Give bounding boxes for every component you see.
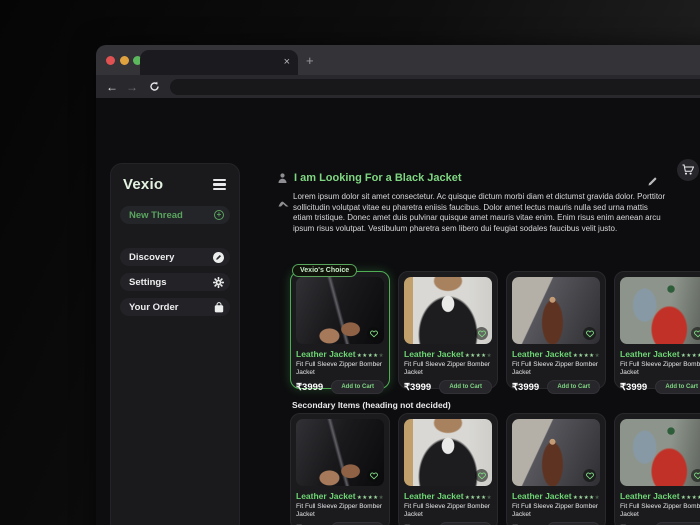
rating-stars: ★★★★★ — [680, 495, 700, 501]
reload-icon[interactable] — [144, 81, 164, 92]
answer-block: Lorem ipsum dolor sit amet consectetur. … — [278, 192, 670, 234]
product-image — [512, 419, 600, 486]
vexio-logo-icon — [278, 192, 289, 234]
add-to-cart-button[interactable]: Add to Cart — [547, 380, 600, 394]
wishlist-heart-icon[interactable] — [367, 327, 380, 340]
wishlist-heart-icon[interactable] — [691, 327, 700, 340]
sidebar-item-discovery[interactable]: Discovery — [120, 248, 230, 266]
rating-stars: ★★★★★ — [356, 495, 384, 501]
rating-stars: ★★★★★ — [680, 353, 700, 359]
rating-stars: ★★★★★ — [572, 495, 600, 501]
browser-titlebar: × + — [96, 45, 700, 75]
address-bar[interactable] — [170, 78, 700, 95]
vexios-choice-badge: Vexio's Choice — [292, 264, 358, 277]
new-thread-button[interactable]: New Thread + — [120, 206, 230, 224]
rating-stars: ★★★★★ — [464, 353, 492, 359]
product-description: Fit Full Sleeve Zipper Bomber Jacket — [512, 361, 598, 376]
product-price: ₹3999 — [296, 381, 324, 393]
window-controls — [106, 55, 142, 65]
add-to-cart-button[interactable]: Add to Cart — [439, 380, 492, 394]
bag-icon — [214, 301, 224, 313]
edit-query-icon[interactable] — [648, 173, 657, 191]
product-card[interactable]: Leather Jacket★★★★★ Fit Full Sleeve Zipp… — [614, 413, 700, 525]
product-title: Leather Jacket — [620, 349, 680, 359]
product-image — [620, 419, 700, 486]
wishlist-heart-icon[interactable] — [475, 327, 488, 340]
product-image — [404, 277, 492, 344]
product-title: Leather Jacket — [620, 491, 680, 501]
product-card[interactable]: Leather Jacket★★★★★ Fit Full Sleeve Zipp… — [398, 413, 498, 525]
tab-close-icon[interactable]: × — [284, 57, 290, 68]
new-thread-label: New Thread — [129, 209, 183, 221]
product-image — [404, 419, 492, 486]
wishlist-heart-icon[interactable] — [583, 327, 596, 340]
product-description: Fit Full Sleeve Zipper Bomber Jacket — [296, 503, 382, 518]
product-description: Fit Full Sleeve Zipper Bomber Jacket — [512, 503, 598, 518]
new-tab-button[interactable]: + — [306, 54, 314, 67]
sidebar-item-settings[interactable]: Settings — [120, 273, 230, 291]
sidebar-item-your-order[interactable]: Your Order — [120, 298, 230, 316]
wishlist-heart-icon[interactable] — [367, 469, 380, 482]
query-title: I am Looking For a Black Jacket — [294, 172, 462, 184]
secondary-items-heading: Secondary Items (heading not decided) — [292, 400, 451, 410]
product-price: ₹3999 — [620, 381, 648, 393]
gear-icon — [213, 276, 224, 288]
product-price: ₹3999 — [404, 381, 432, 393]
query-header: I am Looking For a Black Jacket — [278, 172, 668, 184]
product-card[interactable]: Leather Jacket★★★★★ Fit Full Sleeve Zipp… — [398, 271, 498, 394]
product-card[interactable]: Leather Jacket★★★★★ Fit Full Sleeve Zipp… — [614, 271, 700, 394]
product-description: Fit Full Sleeve Zipper Bomber Jacket — [620, 361, 700, 376]
user-icon — [278, 173, 287, 183]
product-image — [296, 277, 384, 344]
product-price: ₹3999 — [512, 381, 540, 393]
rating-stars: ★★★★★ — [572, 353, 600, 359]
desktop-background: × + ← → Vexio New Thread + Discovery Set… — [0, 0, 700, 525]
product-title: Leather Jacket — [404, 349, 464, 359]
product-image — [620, 277, 700, 344]
browser-window: × + ← → Vexio New Thread + Discovery Set… — [96, 45, 700, 525]
browser-toolbar: ← → — [96, 75, 700, 98]
product-description: Fit Full Sleeve Zipper Bomber Jacket — [296, 361, 382, 376]
product-image — [512, 277, 600, 344]
forward-icon[interactable]: → — [122, 81, 142, 93]
product-card[interactable]: Leather Jacket★★★★★ Fit Full Sleeve Zipp… — [290, 413, 390, 525]
brand-logo-text: Vexio — [123, 176, 164, 193]
wishlist-heart-icon[interactable] — [691, 469, 700, 482]
answer-text: Lorem ipsum dolor sit amet consectetur. … — [293, 192, 666, 233]
product-title: Leather Jacket — [296, 491, 356, 501]
wishlist-heart-icon[interactable] — [583, 469, 596, 482]
product-title: Leather Jacket — [404, 491, 464, 501]
edit-circle-icon — [213, 251, 224, 263]
wishlist-heart-icon[interactable] — [475, 469, 488, 482]
product-description: Fit Full Sleeve Zipper Bomber Jacket — [404, 503, 490, 518]
sidebar: Vexio New Thread + Discovery Settings Yo… — [110, 163, 240, 525]
cart-button[interactable] — [677, 159, 699, 181]
minimize-window-button[interactable] — [119, 55, 129, 65]
product-image — [296, 419, 384, 486]
hamburger-menu-icon[interactable] — [211, 177, 228, 193]
back-icon[interactable]: ← — [102, 81, 122, 93]
rating-stars: ★★★★★ — [356, 353, 384, 359]
rating-stars: ★★★★★ — [464, 495, 492, 501]
add-to-cart-button[interactable]: Add to Cart — [331, 380, 384, 394]
plus-circle-icon: + — [214, 210, 224, 220]
cart-icon — [682, 164, 694, 175]
app-content: Vexio New Thread + Discovery Settings Yo… — [96, 98, 700, 525]
add-to-cart-button[interactable]: Add to Cart — [655, 380, 700, 394]
product-card[interactable]: Leather Jacket★★★★★ Fit Full Sleeve Zipp… — [290, 271, 390, 394]
product-description: Fit Full Sleeve Zipper Bomber Jacket — [620, 503, 700, 518]
browser-tab[interactable]: × — [140, 50, 298, 75]
close-window-button[interactable] — [106, 55, 115, 65]
product-title: Leather Jacket — [512, 491, 572, 501]
product-card[interactable]: Leather Jacket★★★★★ Fit Full Sleeve Zipp… — [506, 271, 606, 394]
product-description: Fit Full Sleeve Zipper Bomber Jacket — [404, 361, 490, 376]
product-title: Leather Jacket — [296, 349, 356, 359]
product-title: Leather Jacket — [512, 349, 572, 359]
product-card[interactable]: Leather Jacket★★★★★ Fit Full Sleeve Zipp… — [506, 413, 606, 525]
